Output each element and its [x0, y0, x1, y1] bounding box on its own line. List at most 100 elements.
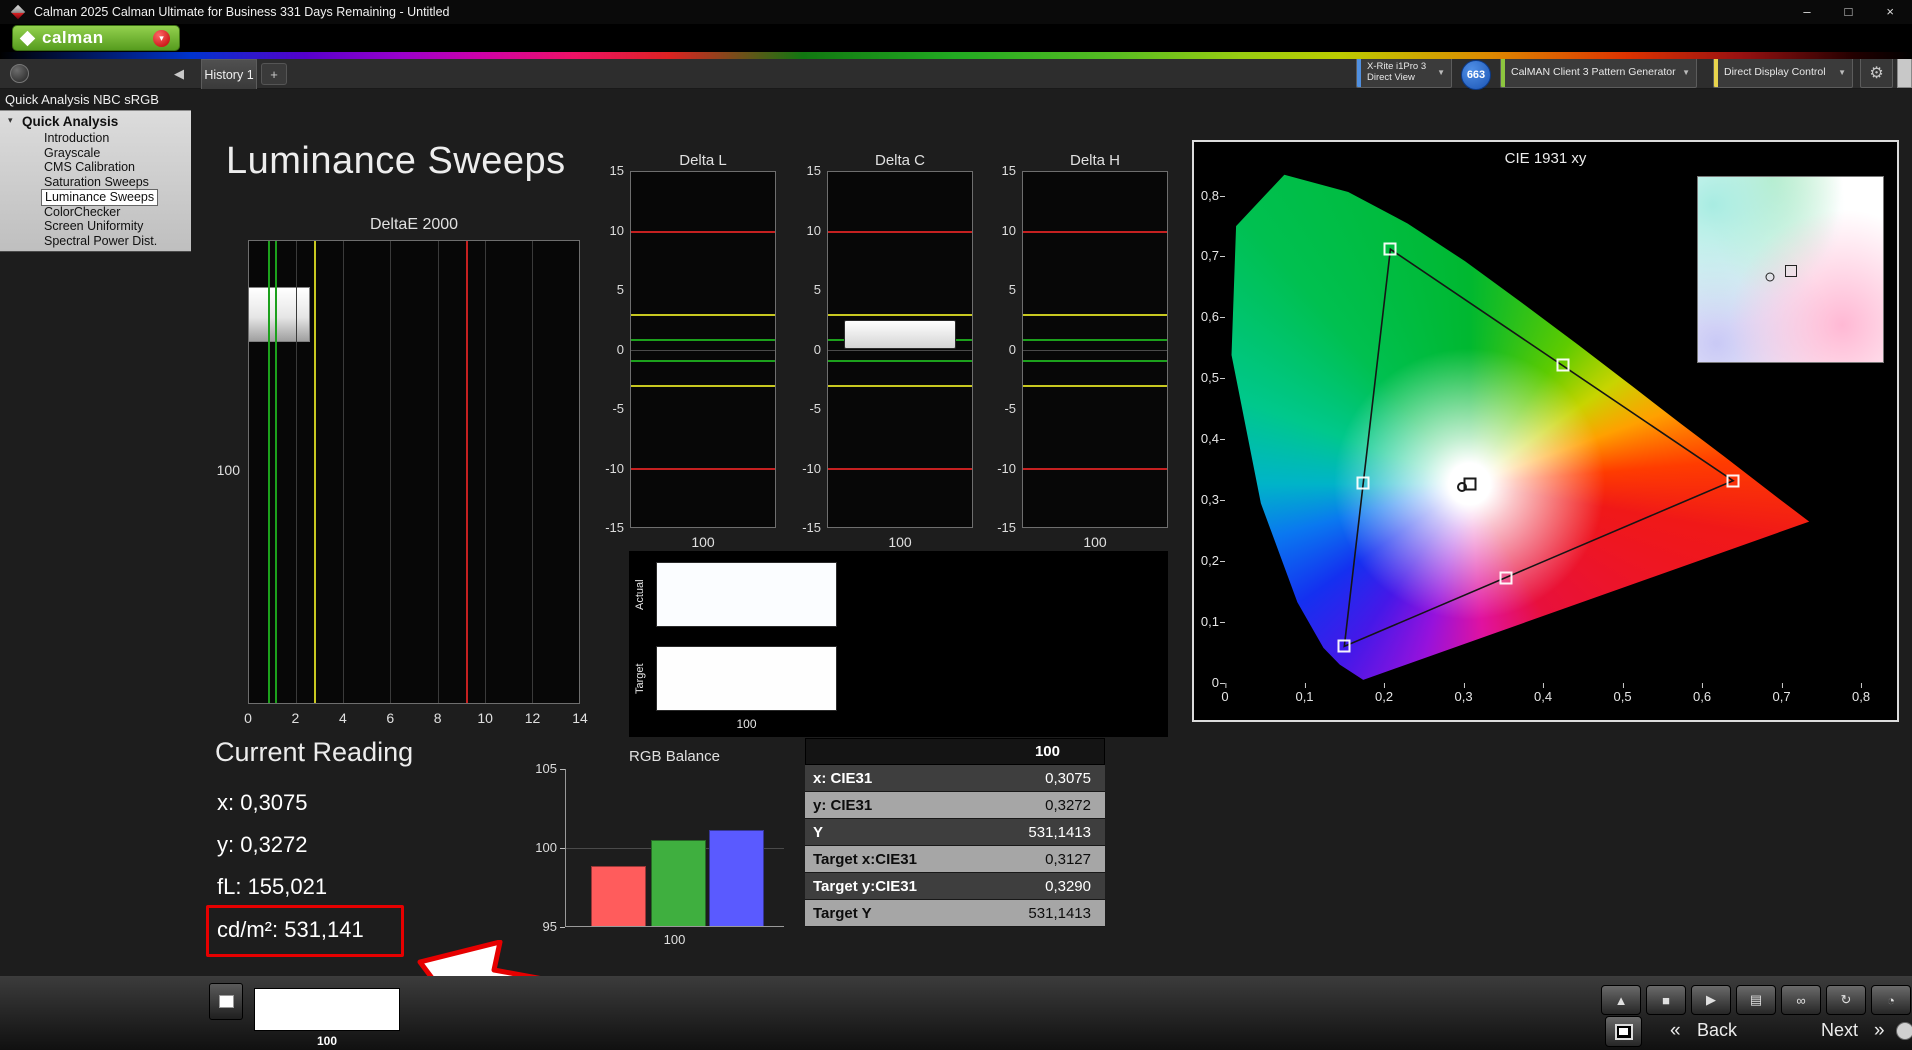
tree-item-introduction[interactable]: Introduction [44, 131, 109, 146]
reference-line [1023, 314, 1167, 316]
dial-icon: ◔ [1887, 993, 1895, 1008]
reference-line [275, 241, 277, 703]
workspace-menu-button[interactable] [10, 64, 29, 83]
axis-tick-label: -10 [997, 462, 1016, 476]
back-button[interactable]: Back [1697, 1020, 1737, 1041]
play-icon: ▶ [1706, 992, 1716, 1008]
minimize-button[interactable]: – [1803, 0, 1810, 24]
eject-button[interactable]: ▲ [1601, 985, 1641, 1015]
gear-icon: ⚙ [1869, 63, 1883, 83]
tree-item-spectral-power[interactable]: Spectral Power Dist. [44, 234, 157, 249]
axis-tick-label: -5 [612, 402, 624, 416]
axis-tick-label: 4 [339, 710, 347, 726]
reference-line [1023, 231, 1167, 233]
axis-tick-label: 15 [610, 164, 624, 178]
delta-c-chart-title: Delta C [827, 152, 973, 169]
row-value: 531,1413 [993, 824, 1105, 841]
pattern-generator-dropdown[interactable]: CalMAN Client 3 Pattern Generator ▼ [1500, 57, 1697, 88]
table-header: 100 [805, 738, 1105, 765]
axis-tick-label: -5 [809, 402, 821, 416]
measurement-marker [1338, 640, 1351, 653]
maximize-button[interactable]: □ [1845, 0, 1853, 24]
tick-mark [1623, 683, 1624, 688]
link-button[interactable]: ∞ [1781, 985, 1821, 1015]
deltae2000-category-label: 100 [186, 462, 240, 478]
tab-history-1[interactable]: History 1 [201, 59, 257, 89]
tree-item-saturation-sweeps[interactable]: Saturation Sweeps [44, 175, 149, 190]
window-title: Calman 2025 Calman Ultimate for Business… [34, 5, 449, 19]
row-label: y: CIE31 [805, 797, 993, 814]
edge-dial-button[interactable] [1896, 1022, 1912, 1040]
axis-tick-label: 0,4 [1534, 689, 1552, 704]
reading-x: x: 0,3075 [217, 790, 308, 816]
edge-panel-button[interactable] [1897, 57, 1912, 88]
target-swatch-label: Target [634, 646, 648, 711]
link-icon: ∞ [1796, 993, 1805, 1008]
axis-tick-label: 0 [814, 343, 821, 357]
dial-button[interactable]: ◔ [1871, 985, 1911, 1015]
axis-tick-label: 0,5 [1201, 371, 1219, 385]
settings-button[interactable]: ⚙ [1860, 57, 1893, 88]
axis-tick-label: 0,4 [1201, 432, 1219, 446]
axis-tick-label: -10 [802, 462, 821, 476]
pattern-window-icon [219, 995, 234, 1008]
reading-y: y: 0,3272 [217, 832, 308, 858]
refresh-button[interactable]: ↻ [1826, 985, 1866, 1015]
rgb-balance-y-axis: 10510095 [505, 769, 561, 927]
axis-tick-label: 95 [543, 920, 557, 934]
tick-mark [1861, 683, 1862, 688]
reference-line [631, 314, 775, 316]
axis-tick-label: 0,7 [1201, 249, 1219, 263]
page-title: Luminance Sweeps [226, 140, 566, 183]
back-chevrons-button[interactable]: « [1670, 1020, 1681, 1042]
delta-h-category-label: 100 [1022, 534, 1168, 550]
next-button[interactable]: Next [1821, 1020, 1858, 1041]
zero-line [1023, 350, 1167, 351]
row-label: Target y:CIE31 [805, 878, 993, 895]
stop-button[interactable]: ■ [1646, 985, 1686, 1015]
calman-menu-caret-icon: ▾ [153, 30, 170, 47]
reference-line [631, 231, 775, 233]
tree-item-cms-calibration[interactable]: CMS Calibration [44, 160, 135, 175]
row-label: Target Y [805, 905, 993, 922]
tree-item-screen-uniformity[interactable]: Screen Uniformity [44, 219, 143, 234]
play-button[interactable]: ▶ [1691, 985, 1731, 1015]
sidebar-collapse-button[interactable]: ◀ [174, 66, 184, 82]
cie-y-axis: 00,10,20,30,40,50,60,70,8 [1194, 159, 1223, 683]
reference-line [828, 385, 972, 387]
add-tab-button[interactable]: + [261, 63, 287, 85]
axis-tick-label: -15 [997, 521, 1016, 535]
axis-tick-label: 0,3 [1454, 689, 1472, 704]
axis-tick-label: 8 [434, 710, 442, 726]
actual-swatch-label: Actual [634, 562, 648, 627]
gridline [532, 241, 533, 703]
axis-tick-label: 0 [1009, 343, 1016, 357]
tree-expander-icon[interactable]: ▾ [8, 115, 13, 126]
pattern-window-button[interactable] [209, 983, 243, 1020]
pattern-color-bar [1501, 58, 1505, 87]
tick-mark [1220, 196, 1225, 197]
chevron-down-icon: ▼ [1832, 68, 1852, 77]
next-chevrons-button[interactable]: » [1874, 1020, 1885, 1042]
reference-line [828, 360, 972, 362]
save-button[interactable]: ▤ [1736, 985, 1776, 1015]
pattern-fullscreen-button[interactable] [1605, 1016, 1642, 1047]
meter-dropdown[interactable]: X-Rite i1Pro 3Direct View ▼ [1356, 57, 1452, 88]
measurement-marker [1727, 474, 1740, 487]
app-icon [11, 5, 25, 19]
calman-menu-button[interactable]: calman ▾ [12, 25, 180, 51]
display-control-dropdown[interactable]: Direct Display Control ▼ [1713, 57, 1853, 88]
tree-item-colorchecker[interactable]: ColorChecker [44, 205, 120, 220]
gridline [485, 241, 486, 703]
axis-tick-label: -5 [1004, 402, 1016, 416]
axis-tick-label: 0,8 [1201, 189, 1219, 203]
zero-line [631, 350, 775, 351]
workflow-title: Quick Analysis NBC sRGB [5, 92, 159, 107]
red-bar [591, 866, 646, 926]
tree-root-quick-analysis[interactable]: Quick Analysis [22, 114, 118, 129]
tree-item-grayscale[interactable]: Grayscale [44, 146, 100, 161]
close-button[interactable]: × [1886, 0, 1894, 24]
reference-line [828, 231, 972, 233]
tree-item-luminance-sweeps[interactable]: Luminance Sweeps [41, 189, 158, 206]
delta-l-category-label: 100 [630, 534, 776, 550]
